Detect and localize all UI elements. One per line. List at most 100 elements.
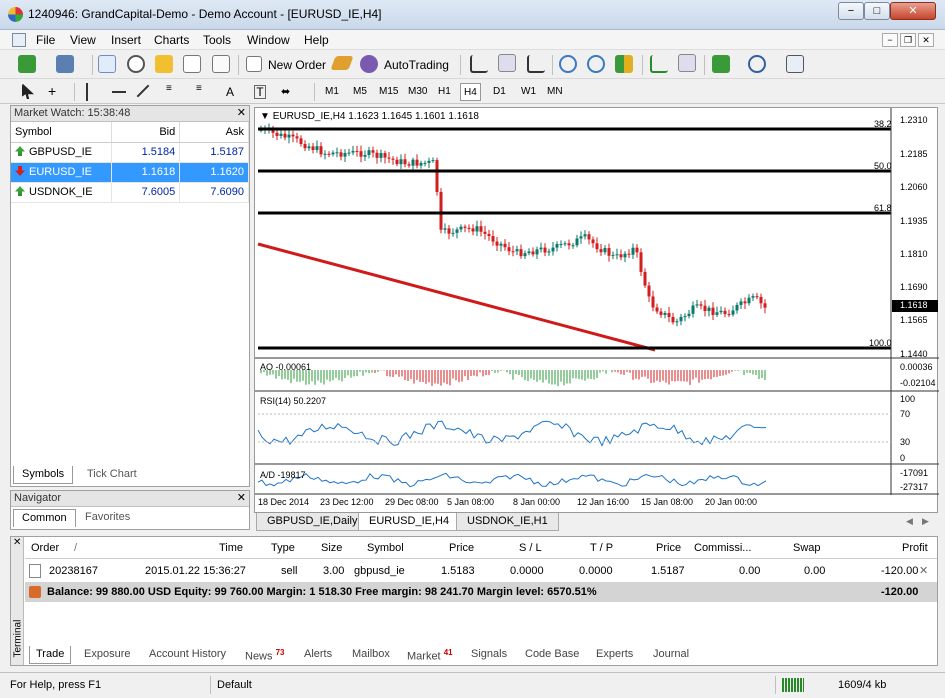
- tab-news[interactable]: News 73: [239, 646, 290, 664]
- tf-d1[interactable]: D1: [490, 83, 509, 101]
- tf-m5[interactable]: M5: [350, 83, 370, 101]
- indicators-icon[interactable]: [712, 55, 730, 73]
- chart-shift-icon[interactable]: [650, 55, 668, 73]
- col-symbol[interactable]: Symbol: [367, 542, 404, 554]
- crosshair-icon[interactable]: +: [48, 83, 66, 101]
- terminal-close-icon[interactable]: ✕: [13, 537, 21, 548]
- tile-windows-icon[interactable]: [615, 55, 633, 73]
- symbol-row[interactable]: USDNOK_IE 7.6005 7.6090: [11, 182, 249, 203]
- menu-insert[interactable]: Insert: [111, 33, 141, 47]
- menu-tools[interactable]: Tools: [203, 33, 231, 47]
- close-order-icon[interactable]: ✕: [919, 564, 928, 577]
- menu-charts[interactable]: Charts: [154, 33, 189, 47]
- menu-view[interactable]: View: [70, 33, 96, 47]
- col-type[interactable]: Type: [271, 542, 295, 554]
- cursor-icon[interactable]: [22, 83, 34, 99]
- tab-exposure[interactable]: Exposure: [78, 646, 136, 664]
- menu-help[interactable]: Help: [304, 33, 329, 47]
- periods-icon[interactable]: [748, 55, 766, 73]
- menu-file[interactable]: File: [36, 33, 55, 47]
- symbol-row[interactable]: GBPUSD_IE 1.5184 1.5187: [11, 142, 249, 163]
- tab-trade[interactable]: Trade: [29, 646, 72, 664]
- tab-mailbox[interactable]: Mailbox: [346, 646, 396, 664]
- col-symbol[interactable]: Symbol: [11, 122, 112, 143]
- col-profit[interactable]: Profit: [902, 542, 928, 554]
- maximize-button[interactable]: □: [864, 2, 890, 20]
- zoom-in-icon[interactable]: [559, 55, 577, 73]
- scroll-left-icon[interactable]: ◀: [906, 516, 913, 527]
- new-chart-icon[interactable]: [18, 55, 36, 73]
- text-tool[interactable]: A: [226, 81, 234, 103]
- tf-w1[interactable]: W1: [518, 83, 539, 101]
- chart-tab[interactable]: GBPUSD_IE,Daily: [256, 513, 369, 531]
- col-price[interactable]: Price: [449, 542, 474, 554]
- tab-favorites[interactable]: Favorites: [77, 509, 138, 527]
- horizontal-line-icon[interactable]: [112, 91, 126, 93]
- tf-h1[interactable]: H1: [435, 83, 454, 101]
- tab-market[interactable]: Market 41: [401, 646, 459, 664]
- mdi-minimize-button[interactable]: −: [882, 33, 898, 47]
- col-order[interactable]: Order: [31, 542, 59, 554]
- templates-icon[interactable]: [786, 55, 804, 73]
- line-chart-icon[interactable]: [527, 55, 545, 73]
- tab-account-history[interactable]: Account History: [143, 646, 232, 664]
- tab-signals[interactable]: Signals: [465, 646, 513, 664]
- arrows-icon[interactable]: ⬌: [281, 85, 299, 103]
- chart-tab-active[interactable]: EURUSD_IE,H4: [358, 513, 461, 531]
- order-tp[interactable]: 0.0000: [579, 565, 613, 577]
- mdi-restore-button[interactable]: ❐: [900, 33, 916, 47]
- tab-common[interactable]: Common: [13, 509, 76, 527]
- new-order-button[interactable]: New Order: [268, 54, 326, 76]
- candlestick-icon[interactable]: [498, 54, 516, 72]
- tf-m15[interactable]: M15: [376, 83, 401, 101]
- col-tp[interactable]: T / P: [590, 542, 613, 554]
- autoscroll-icon[interactable]: [678, 54, 696, 72]
- symbol-row-selected[interactable]: EURUSD_IE 1.1618 1.1620: [11, 162, 249, 183]
- equidistant-channel-icon[interactable]: ≡: [166, 83, 184, 101]
- tab-alerts[interactable]: Alerts: [298, 646, 338, 664]
- price-chart[interactable]: [255, 108, 939, 514]
- trendline[interactable]: [257, 242, 656, 352]
- tf-h4[interactable]: H4: [460, 83, 481, 101]
- tf-m30[interactable]: M30: [405, 83, 430, 101]
- tab-symbols[interactable]: Symbols: [13, 466, 74, 484]
- mdi-close-button[interactable]: ✕: [918, 33, 934, 47]
- col-size[interactable]: Size: [321, 542, 342, 554]
- tab-experts[interactable]: Experts: [590, 646, 639, 664]
- chart-window[interactable]: ▼ EURUSD_IE,H4 1.1623 1.1645 1.1601 1.16…: [254, 107, 939, 514]
- close-button[interactable]: ✕: [890, 2, 936, 20]
- col-commission[interactable]: Commissi...: [694, 542, 751, 554]
- col-swap[interactable]: Swap: [793, 542, 821, 554]
- autotrading-icon[interactable]: [360, 55, 378, 73]
- tab-tick-chart[interactable]: Tick Chart: [79, 466, 145, 484]
- tf-m1[interactable]: M1: [322, 83, 342, 101]
- new-order-icon[interactable]: [246, 56, 262, 72]
- strategy-tester-icon[interactable]: [212, 55, 230, 73]
- chart-window-icon[interactable]: [12, 33, 26, 47]
- bar-chart-icon[interactable]: [470, 55, 488, 73]
- profiles-icon[interactable]: [56, 55, 74, 73]
- scroll-right-icon[interactable]: ▶: [922, 516, 929, 527]
- order-row[interactable]: 20238167 2015.01.22 15:36:27 sell 3.00 g…: [25, 561, 937, 581]
- trendline-icon[interactable]: [136, 84, 150, 98]
- market-watch-close-icon[interactable]: ✕: [237, 106, 246, 119]
- tab-code-base[interactable]: Code Base: [519, 646, 585, 664]
- col-ask[interactable]: Ask: [179, 122, 249, 143]
- metaeditor-icon[interactable]: [330, 56, 354, 70]
- col-current-price[interactable]: Price: [656, 542, 681, 554]
- col-time[interactable]: Time: [219, 542, 243, 554]
- tab-journal[interactable]: Journal: [647, 646, 695, 664]
- col-sl[interactable]: S / L: [519, 542, 542, 554]
- tf-mn[interactable]: MN: [544, 83, 566, 101]
- data-window-icon[interactable]: [127, 55, 145, 73]
- zoom-out-icon[interactable]: [587, 55, 605, 73]
- chart-tab[interactable]: USDNOK_IE,H1: [456, 513, 559, 531]
- terminal-icon[interactable]: [183, 55, 201, 73]
- menu-window[interactable]: Window: [247, 33, 290, 47]
- fibonacci-icon[interactable]: ≡: [196, 83, 214, 101]
- navigator-icon[interactable]: [155, 55, 173, 73]
- text-label-tool[interactable]: T: [254, 85, 266, 99]
- autotrading-button[interactable]: AutoTrading: [384, 54, 449, 76]
- navigator-close-icon[interactable]: ✕: [237, 491, 246, 504]
- market-watch-icon[interactable]: [98, 55, 116, 73]
